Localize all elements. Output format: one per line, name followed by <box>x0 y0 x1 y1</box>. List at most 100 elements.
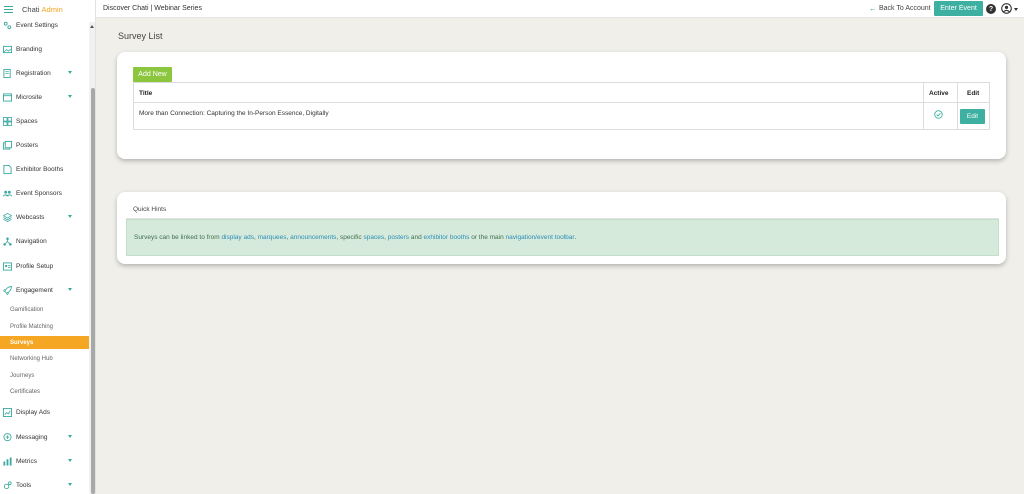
marquees-link[interactable]: marquees <box>258 234 287 241</box>
settings-icon <box>3 21 12 30</box>
webcast-icon <box>3 212 12 222</box>
poster-icon <box>3 140 12 150</box>
sidebar-subitem-label: Surveys <box>10 339 34 346</box>
sidebar-item-exhibitor-booths[interactable]: Exhibitor Booths <box>0 162 89 176</box>
sidebar-item-label: Exhibitor Booths <box>16 165 64 173</box>
sidebar-item-webcasts[interactable]: Webcasts <box>0 210 89 224</box>
enter-event-button[interactable]: Enter Event <box>934 1 983 16</box>
sidebar-item-profile-setup[interactable]: Profile Setup <box>0 259 89 273</box>
sidebar-item-label: Event Sponsors <box>16 189 62 197</box>
quick-hints-title: Quick Hints <box>126 200 999 219</box>
sidebar-item-spaces[interactable]: Spaces <box>0 114 89 128</box>
sidebar-item-label: Microsite <box>16 93 43 101</box>
sidebar-subitem-label: Profile Matching <box>10 323 54 330</box>
back-to-account-link[interactable]: ← Back To Account <box>869 4 931 13</box>
chevron-down-icon <box>68 71 72 74</box>
sidebar-item-branding[interactable]: Branding <box>0 42 89 56</box>
sidebar-subitem-networking-hub[interactable]: Networking Hub <box>0 352 89 365</box>
edit-button[interactable]: Edit <box>960 109 985 124</box>
active-check-icon <box>934 110 943 119</box>
table-header: Title Active Edit <box>134 83 989 103</box>
column-header-active: Active <box>929 90 949 97</box>
sidebar-subitem-profile-matching[interactable]: Profile Matching <box>0 320 89 333</box>
sidebar-scroll-thumb[interactable] <box>91 88 95 494</box>
browser-icon <box>3 92 12 102</box>
survey-table: Title Active Edit More than Connection: … <box>133 82 990 130</box>
scroll-up-icon[interactable] <box>90 25 94 28</box>
hint-text: Surveys can be linked to from <box>134 234 222 241</box>
brand-bar: Chati Admin <box>0 0 95 18</box>
breadcrumb: Discover Chati | Webinar Series <box>103 5 202 12</box>
page-title: Survey List <box>118 31 163 41</box>
chevron-down-icon <box>68 435 72 438</box>
add-new-button[interactable]: Add New <box>133 67 172 82</box>
sidebar-item-label: Metrics <box>16 457 37 465</box>
tools-icon <box>3 480 12 490</box>
survey-title: More than Connection: Capturing the In-P… <box>139 110 329 117</box>
quick-hints-card: Quick Hints Surveys can be linked to fro… <box>117 192 1006 264</box>
sidebar-item-metrics[interactable]: Metrics <box>0 454 89 468</box>
sidebar-item-label: Spaces <box>16 117 38 125</box>
posters-link[interactable]: posters <box>388 234 409 241</box>
sidebar-item-label: Display Ads <box>16 408 50 416</box>
sidebar-item-event-sponsors[interactable]: Event Sponsors <box>0 186 89 200</box>
sidebar-subitem-label: Gamification <box>10 306 44 313</box>
sidebar-item-messaging[interactable]: Messaging <box>0 430 89 444</box>
survey-list-card: Add New Title Active Edit More than Conn… <box>117 52 1006 159</box>
sidebar-item-label: Engagement <box>16 286 53 294</box>
message-icon <box>3 432 12 442</box>
form-icon <box>3 68 12 78</box>
brand-accent: Admin <box>41 4 63 14</box>
sidebar-item-registration[interactable]: Registration <box>0 66 89 80</box>
display-ads-link[interactable]: display ads <box>221 234 254 241</box>
back-to-account-label: Back To Account <box>879 5 931 12</box>
sidebar-subitem-label: Certificates <box>10 388 41 395</box>
navigation-icon <box>3 237 12 246</box>
user-account-icon[interactable] <box>1001 3 1012 14</box>
sidebar-subitem-journeys[interactable]: Journeys <box>0 369 89 382</box>
sidebar-item-microsite[interactable]: Microsite <box>0 90 89 104</box>
hint-text: , specific <box>336 234 364 241</box>
brand-name: Chati <box>22 4 40 14</box>
sidebar-item-navigation[interactable]: Navigation <box>0 234 89 248</box>
sidebar-item-label: Event Settings <box>16 21 58 29</box>
sidebar-item-engagement[interactable]: Engagement <box>0 283 89 297</box>
sidebar-subitem-label: Networking Hub <box>10 355 53 362</box>
hint-text: . <box>574 234 577 241</box>
chevron-down-icon <box>68 483 72 486</box>
column-header-edit: Edit <box>967 90 980 97</box>
grid-icon <box>3 116 12 126</box>
sidebar-item-label: Messaging <box>16 433 48 441</box>
sidebar-item-event-settings[interactable]: Event Settings <box>0 18 89 32</box>
exhibitor-booths-link[interactable]: exhibitor booths <box>424 234 470 241</box>
booth-icon <box>3 164 12 174</box>
navigation-toolbar-link[interactable]: navigation/event toolbar <box>506 234 575 241</box>
sidebar-item-label: Tools <box>16 481 32 489</box>
sidebar-item-posters[interactable]: Posters <box>0 138 89 152</box>
sidebar-subitem-gamification[interactable]: Gamification <box>0 303 89 316</box>
menu-icon[interactable] <box>4 5 13 13</box>
chevron-down-icon[interactable] <box>1014 8 1018 11</box>
sidebar: Chati Admin Event Settings Branding Regi… <box>0 0 96 494</box>
help-icon[interactable]: ? <box>986 4 996 14</box>
rocket-icon <box>3 285 12 295</box>
column-header-title: Title <box>139 90 153 97</box>
profile-icon <box>3 261 12 271</box>
chart-icon <box>3 407 12 417</box>
sidebar-subitem-label: Journeys <box>10 372 35 379</box>
sidebar-item-label: Registration <box>16 69 51 77</box>
announcements-link[interactable]: announcements <box>290 234 336 241</box>
quick-hints-body: Surveys can be linked to from display ad… <box>126 219 999 256</box>
hint-text: or the main <box>469 234 506 241</box>
spaces-link[interactable]: spaces <box>363 234 384 241</box>
sidebar-item-label: Branding <box>16 45 43 53</box>
sidebar-subitem-surveys[interactable]: Surveys <box>0 336 89 349</box>
sidebar-subitem-certificates[interactable]: Certificates <box>0 385 89 398</box>
chevron-down-icon <box>68 459 72 462</box>
sidebar-item-tools[interactable]: Tools <box>0 478 89 492</box>
sidebar-item-label: Webcasts <box>16 213 45 221</box>
sidebar-item-label: Navigation <box>16 237 47 245</box>
hint-text: and <box>409 234 424 241</box>
image-icon <box>3 45 12 54</box>
sidebar-item-display-ads[interactable]: Display Ads <box>0 405 89 419</box>
